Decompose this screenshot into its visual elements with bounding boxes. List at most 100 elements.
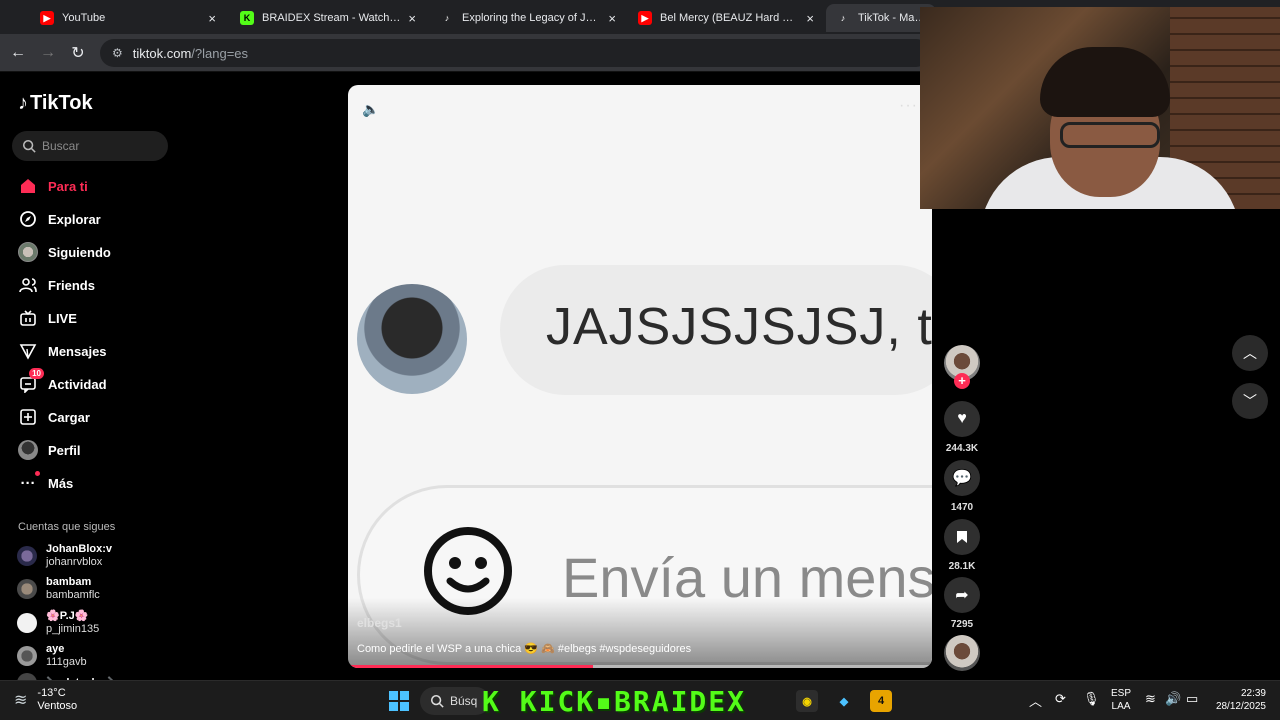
sync-icon[interactable]: ⟳	[1055, 691, 1066, 707]
sidebar-item-perfil[interactable]: Perfil	[18, 440, 81, 460]
address-bar[interactable]: ⚙ tiktok.com/?lang=es	[100, 39, 930, 67]
sidebar-item-para-ti[interactable]: Para ti	[18, 176, 88, 196]
following-account[interactable]: aye 111gavb	[17, 643, 87, 669]
more-options-icon[interactable]: ···	[899, 97, 918, 115]
close-icon[interactable]: ×	[208, 11, 216, 26]
chevron-up-icon[interactable]: ︿	[1029, 691, 1042, 710]
following-section-title: Cuentas que sigues	[18, 521, 116, 533]
tab-title: YouTube	[62, 12, 106, 24]
sidebar-item-label: Para ti	[48, 178, 88, 194]
previous-video-button[interactable]: ︿	[1232, 335, 1268, 371]
tab-bel-mercy[interactable]: ▶ Bel Mercy (BEAUZ Hard Techno ×	[628, 4, 824, 32]
next-video-button[interactable]: ﹀	[1232, 383, 1268, 419]
following-account[interactable]: 🌸P.J🌸 p_jimin135	[17, 610, 99, 636]
youtube-icon: ▶	[40, 11, 54, 25]
weather-widget[interactable]: ≋ -13°C Ventoso	[14, 687, 77, 713]
avatar	[17, 579, 37, 599]
sidebar-item-live[interactable]: LIVE	[18, 308, 77, 328]
date: 28/12/2025	[1215, 701, 1266, 712]
video-player[interactable]: 🔈 ··· JAJSJSJSJSJ, tu Envía un mens elbe…	[348, 85, 932, 668]
video-caption-shade	[348, 598, 932, 668]
new-dot-badge	[35, 471, 40, 476]
forward-arrow-icon[interactable]: →	[38, 43, 58, 63]
sidebar-item-actividad[interactable]: 10 Actividad	[18, 368, 107, 394]
video-progress-fill	[348, 665, 594, 668]
streamer-hair	[1040, 47, 1170, 117]
time: 22:39	[1240, 688, 1266, 699]
tiktok-logo[interactable]: ♪ TikTok	[18, 92, 93, 115]
sidebar-item-label: Perfil	[48, 442, 81, 458]
keyboard-layout: LAA	[1111, 701, 1131, 712]
chevron-down-icon: ﹀	[1243, 393, 1257, 409]
wifi-icon[interactable]: ≋	[1145, 691, 1156, 707]
like-button[interactable]: ♥ 244.3K	[944, 401, 980, 454]
kick-icon: K	[240, 11, 254, 25]
following-account[interactable]: bambam bambamflc	[17, 576, 100, 602]
sidebar-item-cargar[interactable]: Cargar	[18, 407, 90, 427]
volume-icon[interactable]: 🔊	[1165, 691, 1181, 707]
app-icon[interactable]: 4	[870, 690, 892, 712]
sidebar-item-label: LIVE	[48, 310, 77, 326]
windows-taskbar: ≋ -13°C Ventoso Búsq K KICK▪BRAIDEX ◉ ◆ …	[0, 680, 1280, 720]
music-disc-avatar[interactable]	[944, 635, 980, 671]
account-name: bambam	[46, 576, 92, 588]
sidebar-item-label: Más	[48, 475, 74, 491]
close-icon[interactable]: ×	[408, 11, 416, 26]
following-account[interactable]: JohanBlox:v johanrvblox	[17, 543, 112, 569]
chat-bubble-text: JAJSJSJSJSJ, tu	[546, 298, 932, 356]
language-code: ESP	[1110, 688, 1131, 699]
avatar	[17, 546, 37, 566]
close-icon[interactable]: ×	[608, 11, 616, 26]
follow-plus-icon[interactable]: +	[954, 373, 970, 389]
sidebar-item-mensajes[interactable]: Mensajes	[18, 341, 107, 361]
save-button[interactable]: 28.1K	[944, 519, 980, 572]
video-author[interactable]: elbegs1	[357, 616, 402, 630]
avatar	[17, 646, 37, 666]
microphone-icon[interactable]: 🎙	[1083, 691, 1100, 707]
sidebar-item-explorar[interactable]: Explorar	[18, 209, 101, 229]
account-name: JohanBlox:v	[46, 543, 113, 555]
live-icon	[18, 308, 38, 328]
account-handle: 111gavb	[46, 656, 87, 668]
reload-icon[interactable]: ↻	[68, 43, 88, 63]
tab-braidex-stream[interactable]: K BRAIDEX Stream - Watch Live o ×	[230, 4, 426, 32]
windows-start-icon[interactable]	[389, 691, 409, 711]
account-name: aye	[46, 643, 65, 655]
comment-icon: 💬	[944, 460, 980, 496]
account-handle: p_jimin135	[46, 623, 100, 635]
search-icon	[22, 139, 36, 153]
tab-exploring-legacy[interactable]: ♪ Exploring the Legacy of José Jo ×	[430, 4, 626, 32]
app-icon[interactable]: ◉	[796, 690, 818, 712]
volume-icon[interactable]: 🔈	[362, 101, 379, 118]
sidebar-item-label: Siguiendo	[48, 244, 111, 260]
share-button[interactable]: ➦ 7295	[944, 577, 980, 630]
video-progress-bar[interactable]	[348, 665, 932, 668]
youtube-icon: ▶	[638, 11, 652, 25]
site-info-icon[interactable]: ⚙	[112, 46, 123, 60]
sidebar-item-label: Explorar	[48, 211, 101, 227]
tab-title: Bel Mercy (BEAUZ Hard Techno	[660, 12, 799, 24]
input-language[interactable]: ESP LAA	[1110, 687, 1132, 713]
tiktok-icon: ♪	[444, 13, 450, 23]
sidebar-item-mas[interactable]: ··· Más	[18, 471, 74, 493]
tab-youtube[interactable]: ▶ YouTube ×	[30, 4, 226, 32]
upload-icon	[18, 407, 38, 427]
comment-button[interactable]: 💬 1470	[944, 460, 980, 513]
clock[interactable]: 22:39 28/12/2025	[1208, 687, 1266, 713]
search-input[interactable]: Buscar	[12, 131, 168, 161]
taskbar-search-label: Búsq	[450, 694, 478, 708]
account-handle: johanrvblox	[46, 556, 103, 568]
taskbar-search[interactable]: Búsq	[420, 687, 490, 715]
activity-icon: 10	[18, 368, 44, 394]
friends-icon	[18, 275, 38, 295]
share-arrow-icon: ➦	[944, 577, 980, 613]
sidebar-item-siguiendo[interactable]: Siguiendo	[18, 242, 111, 262]
battery-icon[interactable]: ▭	[1186, 691, 1198, 707]
sidebar-item-friends[interactable]: Friends	[18, 275, 95, 295]
sidebar-item-label: Friends	[48, 277, 95, 293]
back-arrow-icon[interactable]: ←	[8, 43, 28, 63]
close-icon[interactable]: ×	[806, 11, 814, 26]
url-path: /?lang=es	[191, 45, 249, 61]
app-icon[interactable]: ◆	[833, 690, 855, 712]
tab-title: TikTok - Make Y	[858, 12, 926, 24]
